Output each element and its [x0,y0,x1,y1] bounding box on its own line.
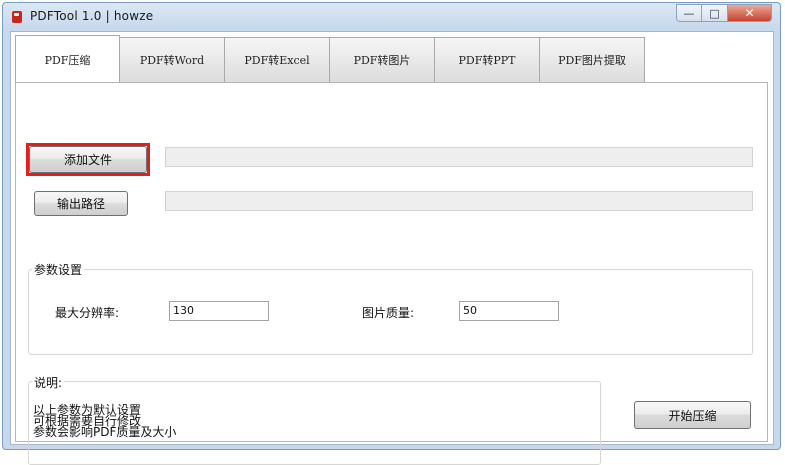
params-group-title: 参数设置 [32,261,85,278]
output-path-field[interactable] [165,191,753,211]
title-bar[interactable]: PDFTool 1.0 | howze — □ ✕ [3,3,780,31]
close-button[interactable]: ✕ [728,4,772,22]
image-quality-label: 图片质量: [362,306,415,320]
maximize-button[interactable]: □ [702,4,728,22]
tab-pdf-compress[interactable]: PDF压缩 [15,35,120,83]
window-controls: — □ ✕ [676,4,772,23]
compress-panel: 添加文件 输出路径 参数设置 最大分辨率: 130 图片质量: 50 说明: 以… [15,82,768,465]
start-compress-button[interactable]: 开始压缩 [634,401,751,429]
minimize-icon: — [683,6,695,20]
max-resolution-label: 最大分辨率: [55,306,120,320]
tab-pdf-to-word[interactable]: PDF转Word [120,37,225,83]
description-text: 以上参数为默认设置 可根据需要自行修改 参数会影响PDF质量及大小 [33,404,177,439]
add-file-button[interactable]: 添加文件 [29,146,147,173]
close-icon: ✕ [744,6,755,20]
max-resolution-input[interactable]: 130 [169,301,269,321]
tab-pdf-to-excel[interactable]: PDF转Excel [225,37,330,83]
client-area: PDF压缩 PDF转Word PDF转Excel PDF转图片 PDF转PPT … [10,31,774,465]
description-title: 说明: [32,374,65,391]
description-group: 说明: 以上参数为默认设置 可根据需要自行修改 参数会影响PDF质量及大小 [28,374,601,465]
image-quality-input[interactable]: 50 [459,301,559,321]
maximize-icon: □ [709,6,720,20]
tab-pdf-image-extract[interactable]: PDF图片提取 [540,37,645,83]
add-file-path-field[interactable] [165,147,753,167]
window-title: PDFTool 1.0 | howze [30,9,154,23]
tab-pdf-to-ppt[interactable]: PDF转PPT [435,37,540,83]
tab-pdf-to-image[interactable]: PDF转图片 [330,37,435,83]
output-path-button[interactable]: 输出路径 [34,191,128,216]
params-group: 参数设置 最大分辨率: 130 图片质量: 50 [28,261,753,355]
pdf-app-icon [12,11,22,23]
app-window: PDFTool 1.0 | howze — □ ✕ PDF压缩 PDF转Word… [2,2,781,465]
minimize-button[interactable]: — [676,4,702,22]
description-line: 参数会影响PDF质量及大小 [33,425,177,439]
tab-bar: PDF压缩 PDF转Word PDF转Excel PDF转图片 PDF转PPT … [15,35,645,83]
